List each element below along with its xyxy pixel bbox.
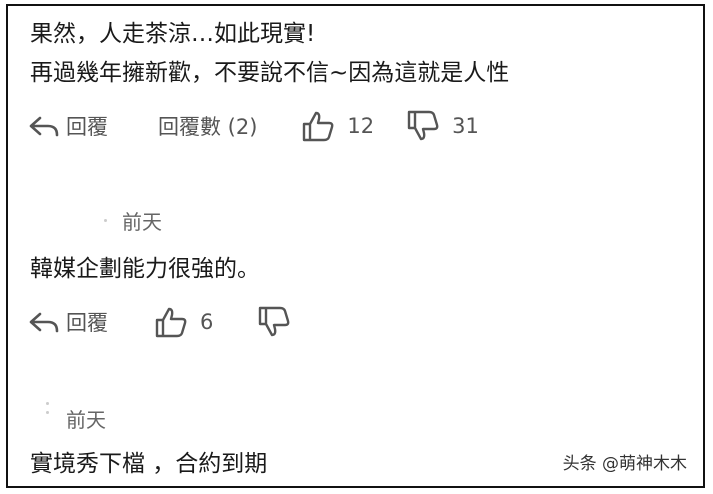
- comment-2-actions: 回覆 6: [28, 305, 291, 339]
- source-watermark: 头条 @萌神木木: [558, 447, 691, 476]
- like-count: 6: [200, 310, 214, 334]
- comment-2-dislike-button[interactable]: [257, 306, 291, 338]
- thumbs-up-icon: [301, 110, 335, 142]
- comment-2-line-1: 韓媒企劃能力很強的。: [30, 256, 260, 282]
- comment-1-reply-button[interactable]: 回覆: [28, 111, 108, 141]
- replies-count-label: 回覆數 (2): [158, 115, 258, 139]
- comment-1-line-2: 再過幾年擁新歡，不要說不信~因為這就是人性: [30, 60, 510, 86]
- username-placeholder-dot: [104, 219, 107, 222]
- username-placeholder-dot: [46, 411, 49, 414]
- thumbs-down-icon: [257, 306, 291, 338]
- reply-arrow-icon: [28, 309, 60, 335]
- comment-panel: 果然，人走茶涼…如此現實! 再過幾年擁新歡，不要說不信~因為這就是人性 回覆 回…: [6, 4, 705, 488]
- comment-1-dislike-button[interactable]: 31: [406, 110, 479, 142]
- comment-1-actions: 回覆 回覆數 (2) 12 31: [28, 109, 479, 143]
- dislike-count: 31: [452, 114, 479, 138]
- thumbs-down-icon: [406, 110, 440, 142]
- comment-2-like-button[interactable]: 6: [154, 306, 213, 338]
- reply-arrow-icon: [28, 113, 60, 139]
- comment-3-timestamp: 前天: [66, 408, 106, 432]
- thumbs-up-icon: [154, 306, 188, 338]
- like-count: 12: [347, 114, 375, 138]
- comment-2-timestamp: 前天: [122, 210, 162, 234]
- username-placeholder-dot: [46, 402, 49, 405]
- reply-label: 回覆: [66, 311, 108, 335]
- comment-1-line-1: 果然，人走茶涼…如此現實!: [30, 21, 316, 47]
- comment-1-replies-button[interactable]: 回覆數 (2): [158, 111, 257, 141]
- reply-label: 回覆: [66, 115, 108, 139]
- comment-3-line-1: 實境秀下檔 ，合約到期: [30, 451, 268, 477]
- comment-1-like-button[interactable]: 12: [301, 110, 374, 142]
- comment-2-reply-button[interactable]: 回覆: [28, 307, 108, 337]
